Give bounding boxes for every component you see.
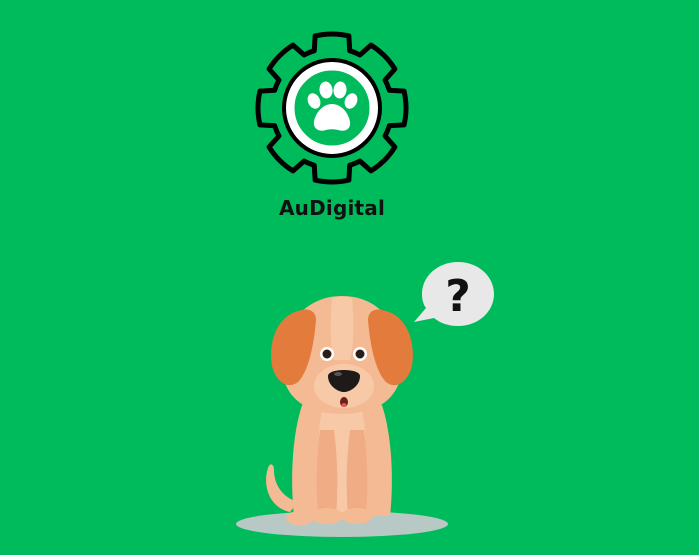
dog-paw-right (341, 508, 373, 524)
brand-name: AuDigital (278, 196, 386, 220)
dog-paw-left (311, 508, 343, 524)
dog-nose-highlight (334, 372, 342, 376)
dog-eye-right (355, 349, 365, 359)
confused-dog-icon (236, 296, 448, 537)
gear-paw-icon (255, 31, 409, 185)
dog-leg-left (316, 430, 338, 516)
dog-tongue (341, 403, 347, 407)
dog-hind-paw (286, 511, 314, 525)
dog-eye-left (322, 349, 332, 359)
dog-head-stripe (330, 296, 354, 360)
dog-leg-right (346, 430, 368, 516)
